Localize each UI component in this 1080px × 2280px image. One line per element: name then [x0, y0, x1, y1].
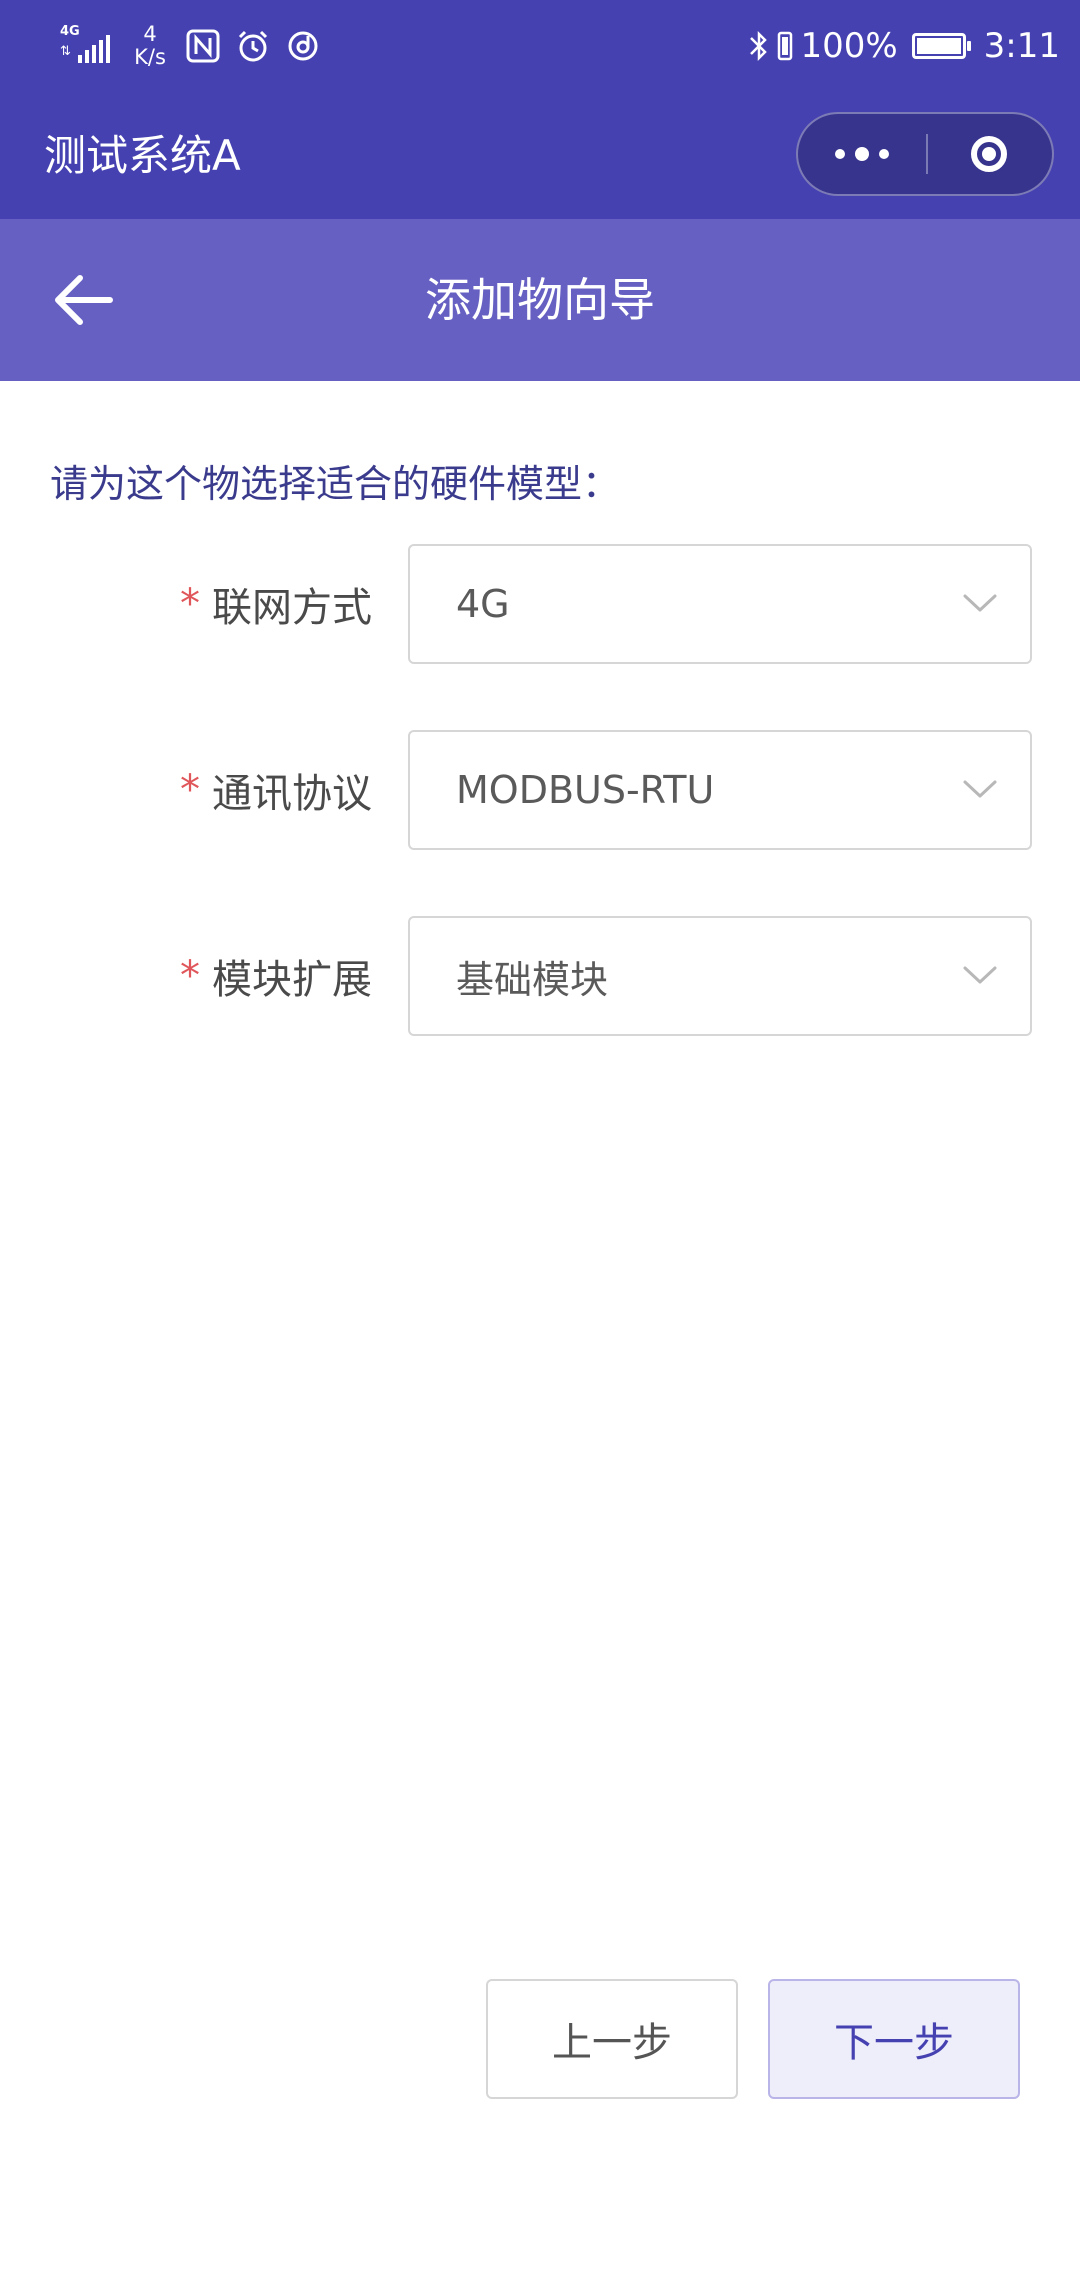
status-bar: 4G ⇅ 4 K/s 100% 3:11: [0, 0, 1080, 92]
network-type: 4G: [60, 24, 80, 39]
app-title: 测试系统A: [44, 131, 241, 180]
field-protocol: * 通讯协议 MODBUS-RTU: [0, 730, 1080, 850]
status-time: 3:11: [983, 26, 1060, 66]
select-value: 4G: [456, 582, 510, 626]
nfc-icon: [186, 29, 220, 63]
battery-percent: 100%: [800, 26, 898, 66]
mini-program-capsule: [796, 112, 1054, 196]
alarm-icon: [238, 30, 268, 62]
chevron-down-icon: [963, 780, 997, 798]
network-mode-select[interactable]: 4G: [408, 544, 1032, 664]
module-extension-select[interactable]: 基础模块: [408, 916, 1032, 1036]
bluetooth-icon: [750, 30, 768, 62]
page-title: 添加物向导: [425, 273, 655, 327]
vibrate-icon: [778, 31, 793, 61]
field-label: * 通讯协议: [180, 730, 372, 850]
next-step-button[interactable]: 下一步: [768, 1979, 1020, 2099]
select-value: 基础模块: [456, 957, 609, 1002]
field-label-text: 通讯协议: [212, 771, 372, 817]
required-mark: *: [180, 953, 200, 999]
required-mark: *: [180, 581, 200, 627]
field-label-text: 模块扩展: [212, 957, 372, 1003]
network-speed: 4 K/s: [130, 23, 170, 69]
select-value: MODBUS-RTU: [456, 768, 715, 812]
cellular-signal-icon: 4G ⇅: [58, 25, 114, 67]
field-network-mode: * 联网方式 4G: [0, 544, 1080, 664]
network-speed-value: 4: [143, 22, 157, 46]
network-speed-unit: K/s: [134, 45, 166, 69]
chevron-down-icon: [963, 966, 997, 984]
field-label: * 联网方式: [180, 544, 372, 664]
more-menu-icon[interactable]: [798, 114, 926, 194]
previous-step-button[interactable]: 上一步: [486, 1979, 738, 2099]
data-activity-icon: ⇅: [60, 44, 71, 59]
status-left: 4G ⇅ 4 K/s: [58, 18, 320, 74]
required-mark: *: [180, 767, 200, 813]
app-header: 4G ⇅ 4 K/s 100% 3:11 测试系统A: [0, 0, 1080, 219]
field-module-extension: * 模块扩展 基础模块: [0, 916, 1080, 1036]
nav-bar: 添加物向导: [0, 219, 1080, 381]
music-app-icon: [288, 31, 318, 61]
field-label: * 模块扩展: [180, 916, 372, 1036]
battery-icon: [911, 33, 971, 59]
form-prompt: 请为这个物选择适合的硬件模型：: [50, 462, 621, 506]
protocol-select[interactable]: MODBUS-RTU: [408, 730, 1032, 850]
close-program-icon[interactable]: [926, 114, 1052, 194]
field-label-text: 联网方式: [212, 585, 372, 631]
chevron-down-icon: [963, 594, 997, 612]
status-right: 100% 3:11: [748, 18, 1060, 74]
